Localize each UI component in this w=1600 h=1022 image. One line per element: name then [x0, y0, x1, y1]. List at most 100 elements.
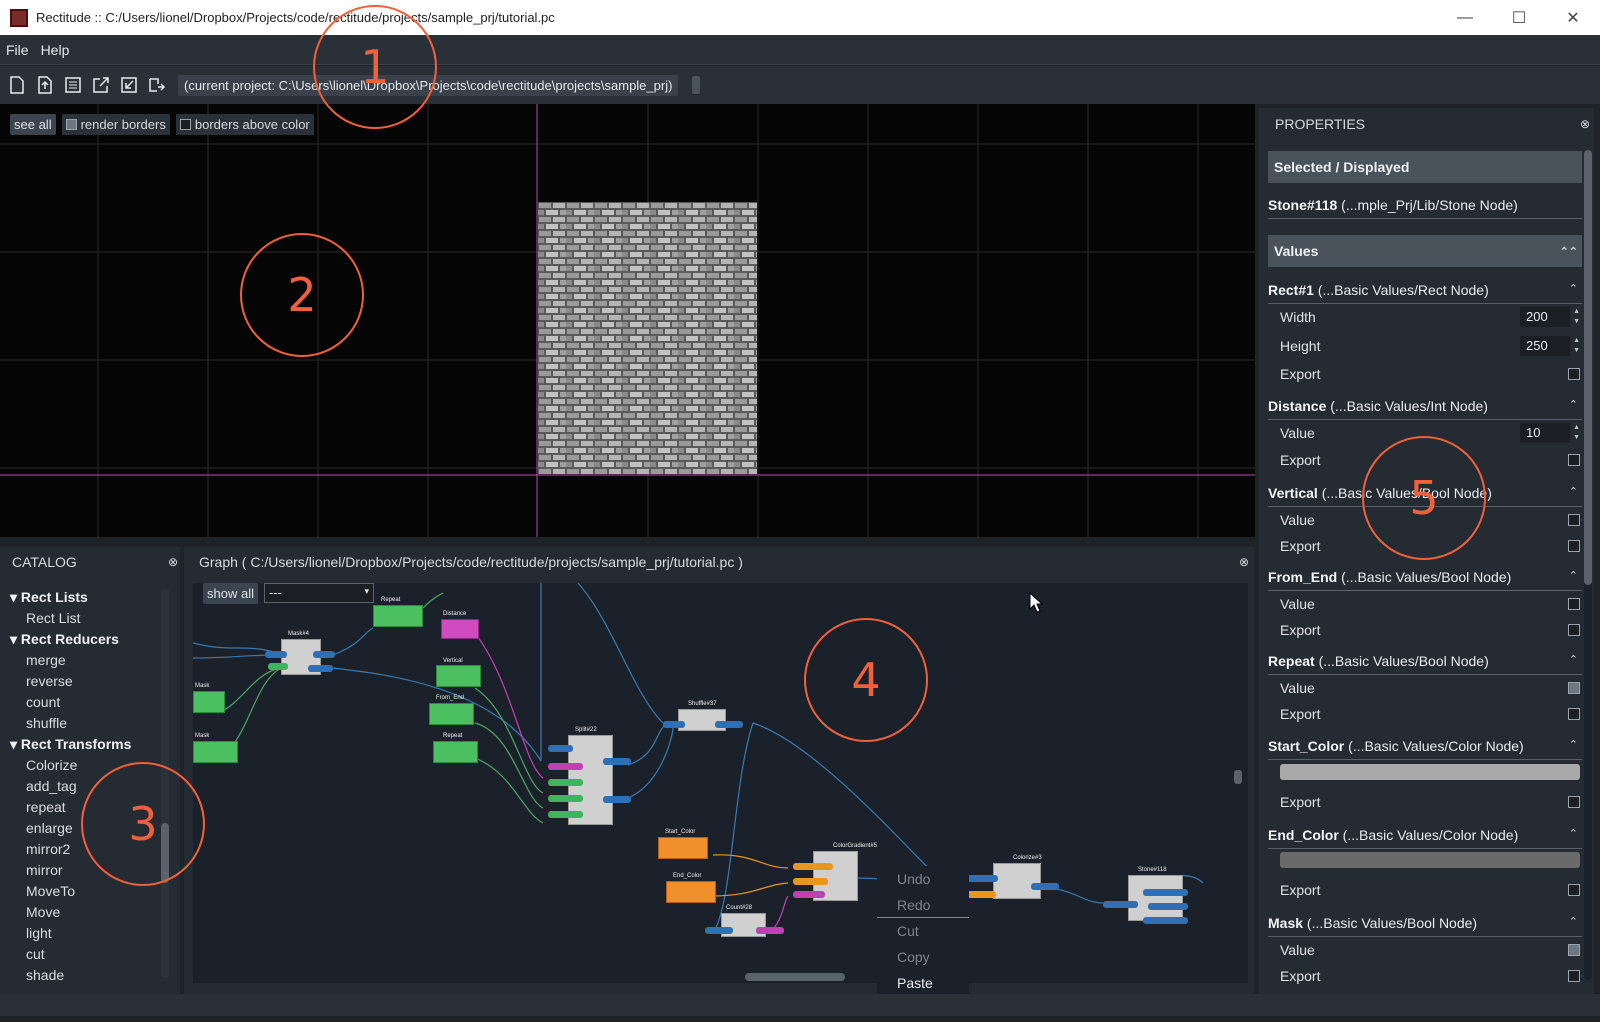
- properties-scroll-thumb[interactable]: [1584, 150, 1592, 585]
- spinbox-arrows-icon[interactable]: ▲ ▼: [1573, 336, 1580, 356]
- distance-spinbox[interactable]: 10 ▲ ▼: [1520, 423, 1580, 443]
- value-checkbox[interactable]: [1568, 514, 1580, 526]
- export-checkbox[interactable]: [1568, 540, 1580, 552]
- node-port[interactable]: [1103, 901, 1138, 908]
- node-port[interactable]: [603, 758, 631, 765]
- catalog-item[interactable]: light: [10, 923, 170, 944]
- maximize-button[interactable]: ☐: [1492, 0, 1546, 35]
- node-port[interactable]: [313, 651, 335, 658]
- node-port[interactable]: [793, 891, 825, 898]
- node-port[interactable]: [1143, 917, 1188, 924]
- node-port[interactable]: [966, 891, 996, 898]
- catalog-group-rect-reducers[interactable]: ▾ Rect Reducers: [10, 629, 170, 650]
- reload-icon[interactable]: [146, 74, 168, 96]
- menu-item-copy[interactable]: Copy: [877, 944, 969, 970]
- node-port[interactable]: [268, 663, 288, 670]
- minimize-button[interactable]: —: [1438, 0, 1492, 35]
- borders-above-color-checkbox[interactable]: borders above color: [175, 114, 314, 135]
- graph-canvas[interactable]: show all --- ▾ Mask#4 Mask Mask Repeat Di…: [193, 583, 1248, 983]
- export-checkbox[interactable]: [1568, 624, 1580, 636]
- menu-item-cut[interactable]: Cut: [877, 918, 969, 944]
- import-icon[interactable]: [118, 74, 140, 96]
- catalog-group-rect-transforms[interactable]: ▾ Rect Transforms: [10, 734, 170, 755]
- prop-group-repeat[interactable]: Repeat (...Basic Values/Bool Node) ⌃: [1268, 653, 1582, 675]
- graph-node[interactable]: [441, 619, 479, 639]
- prop-group-distance[interactable]: Distance (...Basic Values/Int Node) ⌃: [1268, 398, 1582, 420]
- node-port[interactable]: [548, 779, 583, 786]
- graph-node[interactable]: [433, 741, 478, 763]
- prop-group-from-end[interactable]: From_End (...Basic Values/Bool Node) ⌃: [1268, 569, 1582, 591]
- value-checkbox[interactable]: [1568, 944, 1580, 956]
- export-checkbox[interactable]: [1568, 970, 1580, 982]
- see-all-button[interactable]: see all: [10, 114, 56, 135]
- export-checkbox[interactable]: [1568, 884, 1580, 896]
- open-file-icon[interactable]: [34, 74, 56, 96]
- show-all-button[interactable]: show all: [203, 583, 258, 604]
- graph-node[interactable]: [993, 863, 1041, 899]
- node-port[interactable]: [603, 796, 631, 803]
- width-spinbox[interactable]: 200 ▲ ▼: [1520, 307, 1580, 327]
- values-header[interactable]: Values ⌃⌃: [1268, 235, 1582, 267]
- properties-scrollbar[interactable]: [1584, 150, 1592, 980]
- catalog-item[interactable]: shade: [10, 965, 170, 986]
- prop-group-end-color[interactable]: End_Color (...Basic Values/Color Node) ⌃: [1268, 827, 1582, 849]
- chevron-up-icon[interactable]: ⌃: [1569, 653, 1578, 666]
- catalog-item[interactable]: count: [10, 692, 170, 713]
- chevron-up-icon[interactable]: ⌃: [1569, 915, 1578, 928]
- node-port[interactable]: [308, 665, 333, 672]
- menu-help[interactable]: Help: [35, 42, 76, 58]
- render-borders-box[interactable]: [65, 119, 77, 130]
- graph-node[interactable]: [193, 741, 238, 763]
- graph-vscroll-thumb[interactable]: [1234, 770, 1242, 784]
- graph-node[interactable]: [193, 691, 225, 713]
- graph-node[interactable]: [373, 605, 423, 627]
- node-port[interactable]: [715, 721, 743, 728]
- export-checkbox[interactable]: [1568, 368, 1580, 380]
- prop-group-start-color[interactable]: Start_Color (...Basic Values/Color Node)…: [1268, 738, 1582, 760]
- node-port[interactable]: [1031, 883, 1059, 890]
- graph-hscrollbar[interactable]: [210, 973, 1220, 981]
- render-borders-checkbox[interactable]: render borders: [61, 114, 170, 135]
- catalog-item[interactable]: reverse: [10, 671, 170, 692]
- node-port[interactable]: [548, 811, 583, 818]
- chevron-up-icon[interactable]: ⌃: [1569, 569, 1578, 582]
- catalog-item[interactable]: merge: [10, 650, 170, 671]
- node-port[interactable]: [265, 651, 287, 658]
- borders-above-color-box[interactable]: [179, 119, 191, 130]
- menu-file[interactable]: File: [0, 42, 35, 58]
- catalog-group-rect-lists[interactable]: ▾ Rect Lists: [10, 587, 170, 608]
- node-port[interactable]: [548, 795, 583, 802]
- spinbox-arrows-icon[interactable]: ▲ ▼: [1573, 307, 1580, 327]
- export-checkbox[interactable]: [1568, 708, 1580, 720]
- catalog-item[interactable]: Rect List: [10, 608, 170, 629]
- close-button[interactable]: ✕: [1546, 0, 1600, 35]
- graph-node[interactable]: [658, 837, 708, 859]
- close-panel-icon[interactable]: ⊗: [1580, 117, 1590, 131]
- graph-combo[interactable]: --- ▾: [263, 583, 374, 603]
- node-port[interactable]: [663, 721, 685, 728]
- close-panel-icon[interactable]: ⊗: [168, 555, 178, 569]
- export-checkbox[interactable]: [1568, 454, 1580, 466]
- menu-item-undo[interactable]: Undo: [877, 866, 969, 892]
- height-spinbox[interactable]: 250 ▲ ▼: [1520, 336, 1580, 356]
- value-checkbox[interactable]: [1568, 598, 1580, 610]
- selected-displayed-header[interactable]: Selected / Displayed: [1268, 151, 1582, 183]
- menu-item-paste[interactable]: Paste: [877, 970, 969, 996]
- graph-node[interactable]: [666, 881, 716, 903]
- catalog-item[interactable]: shuffle: [10, 713, 170, 734]
- prop-group-rect1[interactable]: Rect#1 (...Basic Values/Rect Node) ⌃: [1268, 282, 1582, 304]
- chevron-up-icon[interactable]: ⌃: [1569, 282, 1578, 295]
- toolbar-handle[interactable]: [692, 76, 701, 94]
- save-icon[interactable]: [62, 74, 84, 96]
- chevron-up-icon[interactable]: ⌃: [1569, 827, 1578, 840]
- graph-node[interactable]: [436, 665, 481, 687]
- graph-vscrollbar[interactable]: [1234, 590, 1242, 960]
- menu-item-redo[interactable]: Redo: [877, 892, 969, 918]
- prop-group-mask[interactable]: Mask (...Basic Values/Bool Node) ⌃: [1268, 915, 1582, 937]
- graph-node[interactable]: [429, 703, 474, 725]
- start-color-swatch[interactable]: [1280, 764, 1580, 780]
- spinbox-arrows-icon[interactable]: ▲ ▼: [1573, 423, 1580, 443]
- chevron-up-icon[interactable]: ⌃: [1569, 485, 1578, 498]
- chevron-up-icon[interactable]: ⌃: [1569, 738, 1578, 751]
- export-icon[interactable]: [90, 74, 112, 96]
